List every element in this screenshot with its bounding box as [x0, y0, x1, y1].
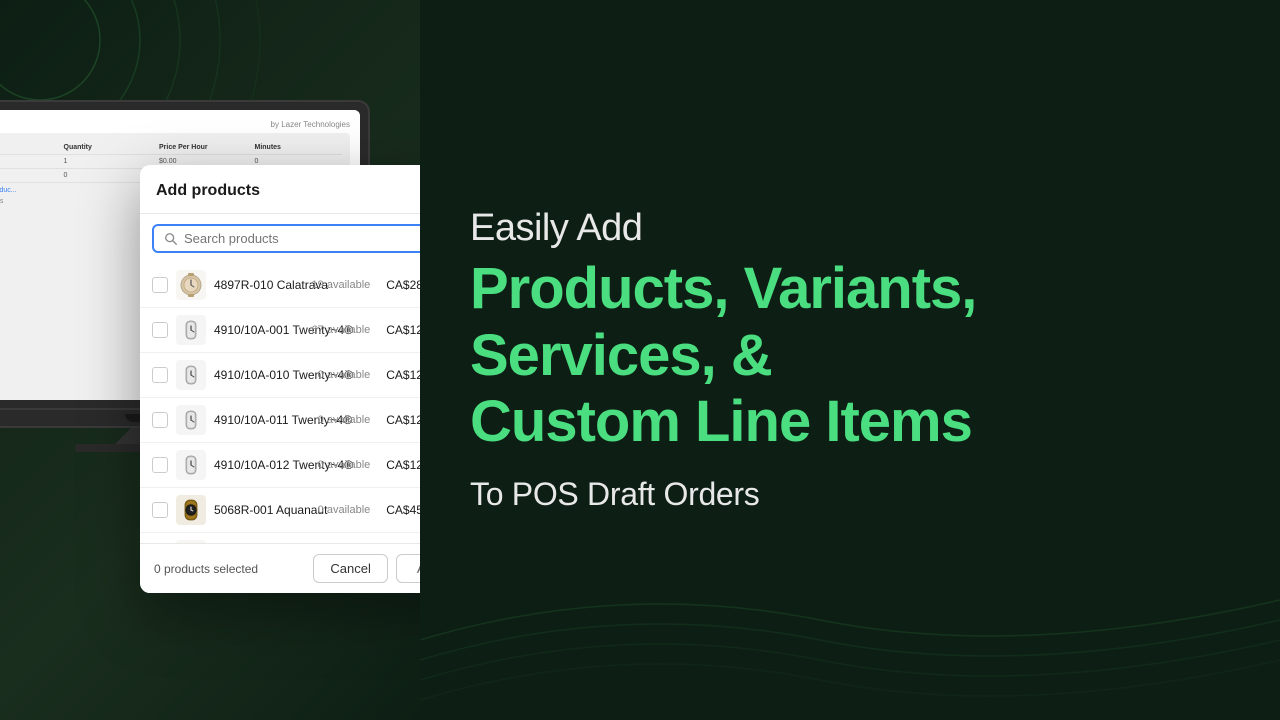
product-thumbnail [176, 495, 206, 525]
product-availability: 0 available [318, 504, 371, 516]
product-checkbox[interactable] [152, 502, 168, 518]
table-header-row: e Quantity Price Per Hour Minutes [0, 141, 342, 155]
product-price: CA$12,480.00 [386, 368, 420, 382]
col-price: Price Per Hour [159, 144, 247, 151]
product-checkbox[interactable] [152, 367, 168, 383]
product-thumbnail [176, 270, 206, 300]
easily-add-label: Easily Add [470, 207, 1220, 250]
add-button[interactable]: Add [396, 554, 420, 583]
modal-header: Add products × [140, 165, 420, 214]
add-products-modal: Add products × 4897R-010 Calatrava 19 av… [140, 165, 420, 593]
product-availability: 0 available [318, 459, 371, 471]
product-price: CA$12,480.00 [386, 458, 420, 472]
laptop-brand: by Lazer Technologies [0, 120, 350, 129]
product-list-item[interactable]: 4910/10A-001 Twenty~4® -67 available CA$… [140, 308, 420, 353]
product-name-text: 4897R-010 Calatrava [214, 276, 304, 294]
modal-search-area [140, 214, 420, 263]
product-price: CA$12,480.00 [386, 413, 420, 427]
product-price: CA$45,930.00 [386, 503, 420, 517]
right-panel: Easily Add Products, Variants,Services, … [420, 0, 1280, 720]
search-input[interactable] [184, 231, 420, 246]
product-checkbox[interactable] [152, 277, 168, 293]
col-e: e [0, 144, 56, 151]
product-thumbnail [176, 540, 206, 543]
product-name-text: 5068R-001 Aquanaut [214, 501, 310, 519]
product-list-item[interactable]: 4910/10A-011 Twenty~4® 0 available CA$12… [140, 398, 420, 443]
product-list-item[interactable]: 5119-R-001 Calatrava 0 available CA$21,5… [140, 533, 420, 543]
product-list-item[interactable]: 4910/10A-012 Twenty~4® 0 available CA$12… [140, 443, 420, 488]
wave-decoration [420, 520, 1280, 720]
product-thumbnail [176, 315, 206, 345]
modal-footer: 0 products selected Cancel Add [140, 543, 420, 593]
search-input-wrapper [152, 224, 420, 253]
product-checkbox[interactable] [152, 412, 168, 428]
main-tagline: Products, Variants,Services, &Custom Lin… [470, 256, 1220, 456]
product-checkbox[interactable] [152, 322, 168, 338]
product-availability: 19 available [312, 279, 371, 291]
product-name-text: 4910/10A-012 Twenty~4® [214, 456, 310, 474]
product-list-item[interactable]: 5068R-001 Aquanaut 0 available CA$45,930… [140, 488, 420, 533]
product-list: 4897R-010 Calatrava 19 available CA$28,6… [140, 263, 420, 543]
product-name-text: 4910/10A-011 Twenty~4® [214, 411, 310, 429]
product-list-item[interactable]: 4910/10A-010 Twenty~4® 0 available CA$12… [140, 353, 420, 398]
selected-count-label: 0 products selected [154, 562, 258, 576]
product-availability: -67 available [308, 324, 370, 336]
left-panel: by Lazer Technologies e Quantity Price P… [0, 0, 420, 720]
product-thumbnail [176, 405, 206, 435]
product-price: CA$28,690.00 [386, 278, 420, 292]
footer-buttons: Cancel Add [313, 554, 420, 583]
product-thumbnail [176, 450, 206, 480]
product-name-text: 4910/10A-010 Twenty~4® [214, 366, 310, 384]
product-availability: 0 available [318, 369, 371, 381]
col-quantity: Quantity [64, 144, 152, 151]
modal-title: Add products [156, 182, 260, 200]
col-minutes: Minutes [255, 144, 343, 151]
product-thumbnail [176, 360, 206, 390]
product-checkbox[interactable] [152, 457, 168, 473]
product-availability: 0 available [318, 414, 371, 426]
product-price: CA$12,480.00 [386, 323, 420, 337]
cancel-button[interactable]: Cancel [313, 554, 387, 583]
product-list-item[interactable]: 4897R-010 Calatrava 19 available CA$28,6… [140, 263, 420, 308]
product-name-text: 4910/10A-001 Twenty~4® [214, 321, 300, 339]
search-icon [164, 232, 178, 246]
sub-tagline: To POS Draft Orders [470, 476, 1220, 513]
